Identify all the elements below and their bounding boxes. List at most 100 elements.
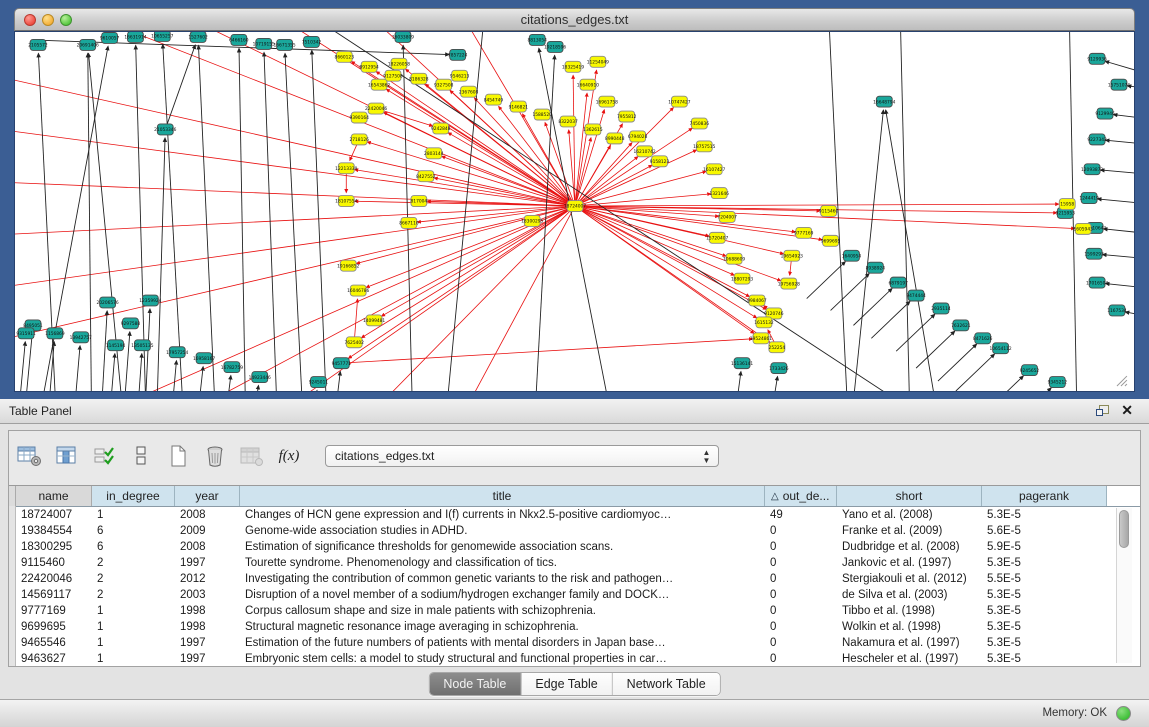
graph-edge[interactable] [871,301,910,338]
table-cell[interactable]: Disruption of a novel member of a sodium… [239,587,764,603]
import-table-icon[interactable] [239,445,265,467]
table-cell[interactable]: 22420046 [15,571,91,587]
graph-edge[interactable] [101,311,107,391]
column-header-year[interactable]: year [175,486,240,506]
table-cell[interactable]: 1997 [174,635,239,651]
graph-node[interactable]: 16961758 [596,96,618,107]
graph-node[interactable]: 9777169 [794,227,814,238]
graph-edge[interactable] [252,385,259,391]
graph-node[interactable]: 7857224 [448,49,468,60]
graph-node[interactable]: 19218596 [544,41,566,52]
graph-edge[interactable] [1106,140,1134,146]
graph-node[interactable]: 19524861 [750,333,772,344]
graph-edge[interactable] [1013,388,1052,391]
table-cell[interactable]: Stergiakouli et al. (2012) [836,571,981,587]
table-row[interactable]: 1456911722003Disruption of a novel membe… [9,587,1140,603]
graph-node[interactable]: 1244419 [1079,193,1099,204]
select-rows-icon[interactable] [91,445,117,467]
graph-node[interactable]: 9245652 [1020,365,1040,376]
graph-node[interactable]: 12359924 [139,295,161,306]
table-cell[interactable]: Estimation of significance thresholds fo… [239,539,764,555]
graph-node[interactable]: 13505135 [131,340,153,351]
table-row[interactable]: 946362711997Embryonic stem cells: a mode… [9,651,1140,667]
graph-edge[interactable] [57,32,575,206]
graph-edge[interactable] [1098,199,1134,206]
table-cell[interactable]: 0 [764,523,836,539]
scrollbar-thumb[interactable] [1119,510,1129,548]
graph-edge[interactable] [733,372,741,391]
graph-node[interactable]: 10654112 [990,343,1012,354]
graph-node[interactable]: 1145194 [106,340,126,351]
graph-edge[interactable] [900,32,910,391]
table-cell[interactable]: 19384554 [15,523,91,539]
graph-edge[interactable] [73,346,80,391]
table-cell[interactable]: Dudbridge et al. (2008) [836,539,981,555]
graph-edge[interactable] [886,110,940,391]
graph-node[interactable]: 8938924 [866,262,886,273]
graph-node[interactable]: 7955812 [617,111,637,122]
graph-node[interactable]: 1588520 [532,109,552,120]
merge-rows-icon[interactable] [128,445,154,467]
graph-node[interactable]: 9242848 [431,123,451,134]
graph-node[interactable]: 15136141 [731,358,753,369]
graph-node[interactable]: 1615132 [754,317,774,328]
graph-node[interactable]: 1362615 [583,124,603,135]
table-cell[interactable]: 2008 [174,507,239,523]
table-row[interactable]: 1938455462009Genome-wide association stu… [9,523,1140,539]
graph-node[interactable]: 7510342 [302,36,322,47]
graph-edge[interactable] [807,262,846,299]
column-header-name[interactable]: name [16,486,92,506]
graph-node[interactable]: 16671355 [274,39,296,50]
graph-node[interactable]: 252254 [769,342,786,353]
graph-edge[interactable] [15,181,575,206]
table-row[interactable]: 1830029562008Estimation of significance … [9,539,1140,555]
graph-node[interactable]: 2803144 [424,148,444,159]
graph-node[interactable]: 18300295 [521,215,543,226]
table-cell[interactable]: 0 [764,539,836,555]
graph-edge[interactable] [956,354,995,391]
graph-node[interactable]: 9327508 [434,79,454,90]
table-cell[interactable]: 1 [91,507,174,523]
table-row[interactable]: 1872400712008Changes of HCN gene express… [9,507,1140,523]
graph-node[interactable]: 1321646 [709,188,729,199]
graph-node[interactable]: 22420046 [365,103,387,114]
table-cell[interactable]: 5.9E-5 [981,539,1106,555]
graph-edge[interactable] [916,331,955,368]
table-cell[interactable]: 0 [764,587,836,603]
table-cell[interactable]: Tourette syndrome. Phenomenology and cla… [239,555,764,571]
graph-edge[interactable] [354,299,357,342]
table-cell[interactable]: Nakamura et al. (1997) [836,635,981,651]
graph-node[interactable]: 7204007 [717,212,737,223]
graph-node[interactable]: 18807293 [731,273,753,284]
graph-edge[interactable] [575,206,726,256]
graph-node[interactable]: 18226058 [388,58,410,69]
table-cell[interactable]: 1 [91,603,174,619]
graph-edge[interactable] [256,206,575,391]
graph-node[interactable]: 18757515 [693,141,715,152]
float-window-icon[interactable] [1096,405,1109,417]
graph-node[interactable]: 16648794 [873,96,895,107]
table-cell[interactable]: 5.6E-5 [981,523,1106,539]
graph-edge[interactable] [224,376,231,391]
table-cell[interactable]: 5.3E-5 [981,635,1106,651]
table-cell[interactable]: 9699695 [15,619,91,635]
graph-edge[interactable] [170,361,176,391]
memory-status-icon[interactable] [1116,706,1131,721]
table-cell[interactable]: Wolkin et al. (1998) [836,619,981,635]
graph-node[interactable]: 8427552 [416,171,436,182]
graph-node[interactable]: 16033809 [392,32,414,42]
function-builder-icon[interactable]: f(x) [276,445,302,467]
graph-node[interactable]: 21053346 [154,124,176,135]
graph-node[interactable]: 19756928 [778,278,800,289]
graph-edge[interactable] [1105,61,1134,72]
graph-node[interactable]: 9984067 [747,295,767,306]
column-header-title[interactable]: title [240,486,765,506]
graph-edge[interactable] [165,45,195,130]
graph-node[interactable]: 9115460 [819,206,839,217]
graph-node[interactable]: 15720407 [706,232,728,243]
graph-node[interactable]: 8813054 [527,34,547,45]
graph-node[interactable]: 1599293 [1084,248,1104,259]
network-canvas[interactable]: 1872400721055722069140696100571663191410… [14,31,1135,392]
graph-edge[interactable] [386,89,575,206]
graph-node[interactable]: 18724007 [564,201,586,212]
